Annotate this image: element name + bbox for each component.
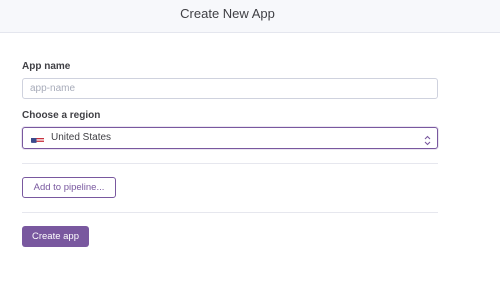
page-title: Create New App [180,6,275,21]
page-header: Create New App [0,0,500,33]
region-select[interactable]: United States [22,127,438,149]
region-select-value: United States [51,132,112,143]
chevron-up-down-icon [424,133,431,146]
divider [22,212,438,213]
app-name-input[interactable] [22,78,438,99]
create-app-button[interactable]: Create app [22,226,89,247]
app-name-label: App name [22,61,71,72]
divider [22,163,438,164]
us-flag-icon [31,134,44,143]
add-to-pipeline-button[interactable]: Add to pipeline... [22,177,116,198]
region-label: Choose a region [22,110,101,121]
create-app-page: Create New App App name Choose a region … [0,0,500,292]
